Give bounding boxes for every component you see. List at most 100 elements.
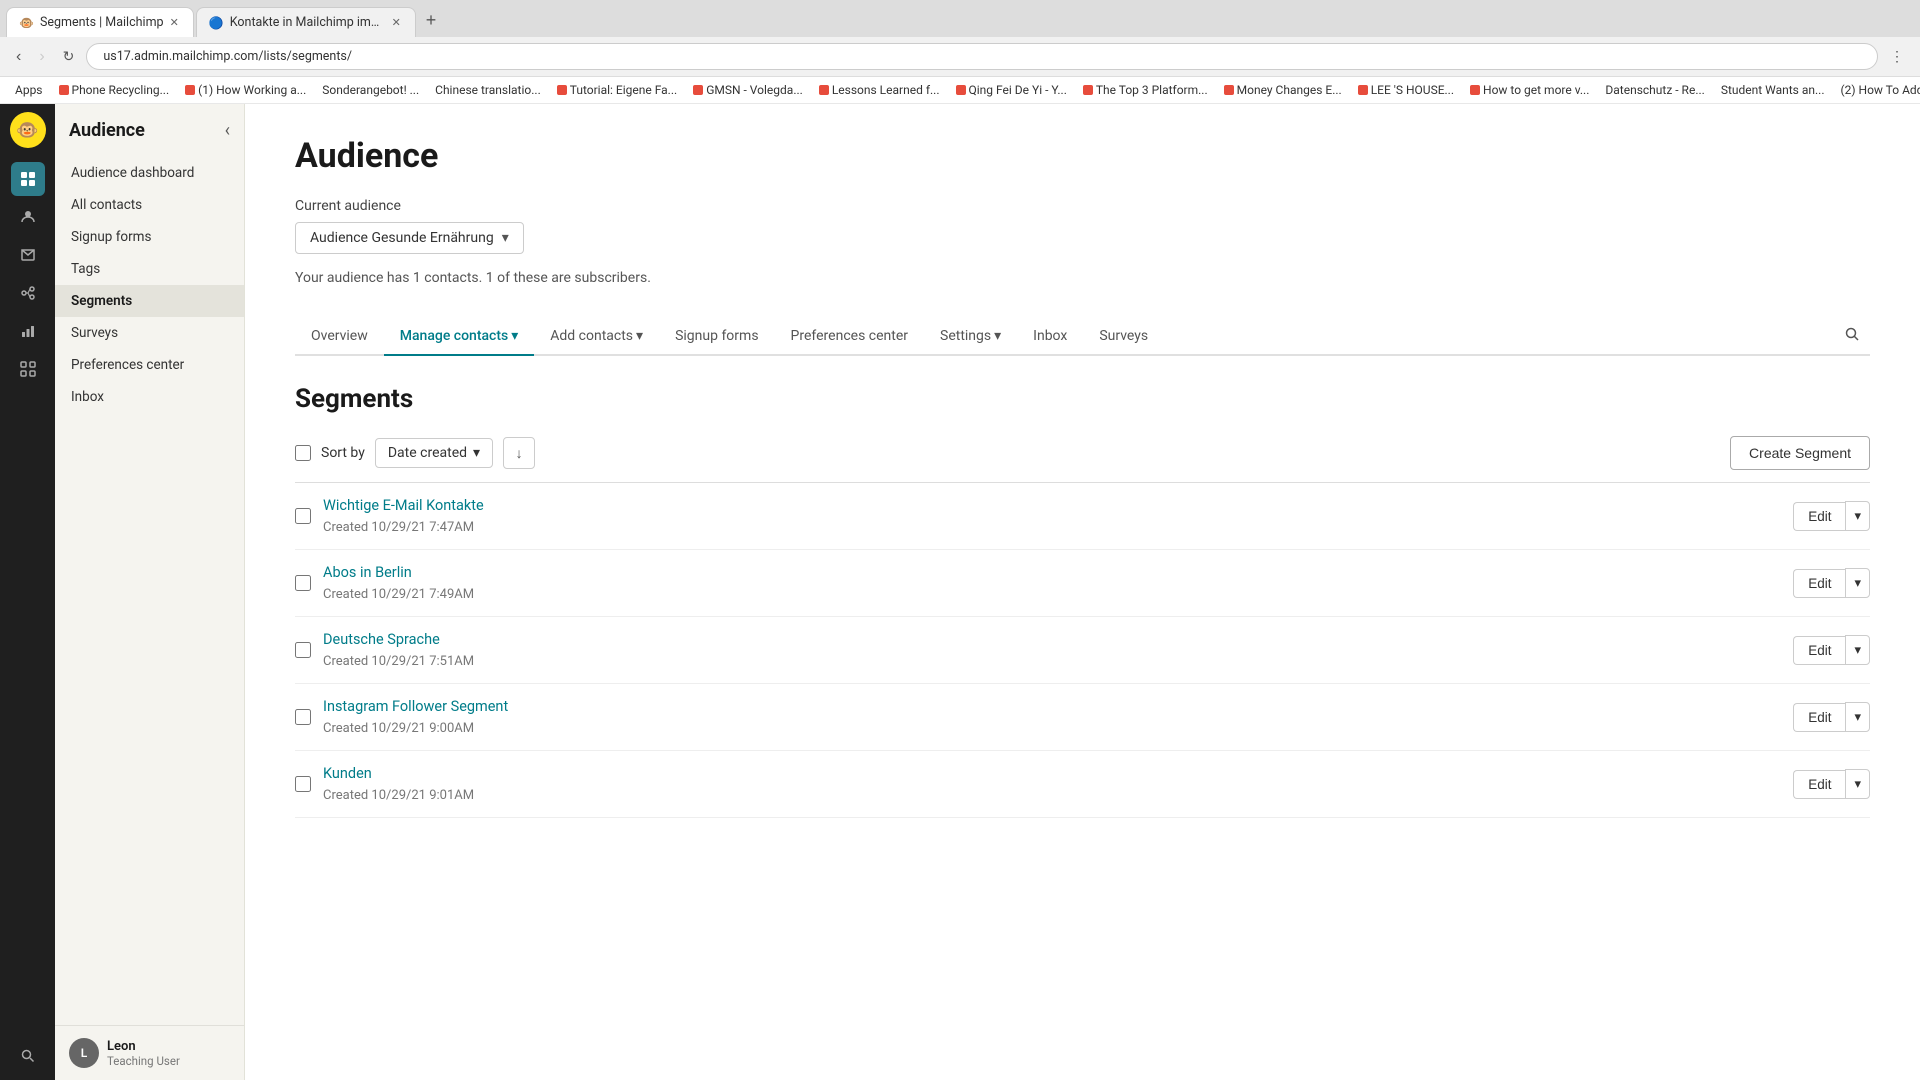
tab-close-icon[interactable]: ✕ [170,16,179,29]
bookmark-5[interactable]: Tutorial: Eigene Fa... [550,81,684,99]
edit-button-1[interactable]: Edit [1793,502,1845,531]
segment-actions-5: Edit ▾ [1793,769,1870,799]
segment-actions-1: Edit ▾ [1793,501,1870,531]
sidebar-item-preferences-center[interactable]: Preferences center [55,349,244,381]
table-row: Deutsche Sprache Created 10/29/21 7:51AM… [295,617,1870,684]
segment-name-5[interactable]: Kunden [323,765,1781,782]
search-icon[interactable] [1834,318,1870,354]
bookmark-11[interactable]: LEE 'S HOUSE... [1351,81,1461,99]
mailchimp-logo[interactable]: 🐵 [10,112,46,148]
segment-name-3[interactable]: Deutsche Sprache [323,631,1781,648]
tab-favicon: 🐵 [19,16,34,30]
table-row: Kunden Created 10/29/21 9:01AM Edit ▾ [295,751,1870,818]
edit-dropdown-button-4[interactable]: ▾ [1845,702,1870,732]
rail-icon-analytics[interactable] [11,314,45,348]
segment-created-4: Created 10/29/21 9:00AM [323,721,474,736]
segment-checkbox-3[interactable] [295,642,311,658]
segment-checkbox-2[interactable] [295,575,311,591]
bookmark-8[interactable]: Qing Fei De Yi - Y... [949,81,1074,99]
sidebar-item-segments[interactable]: Segments [55,285,244,317]
bookmark-13[interactable]: Datenschutz - Re... [1598,81,1711,99]
segment-created-2: Created 10/29/21 7:49AM [323,587,474,602]
edit-dropdown-button-2[interactable]: ▾ [1845,568,1870,598]
tab-inbox[interactable]: Inbox [1017,318,1083,356]
segments-toolbar: Sort by Date created ▾ ↓ Create Segment [295,436,1870,482]
bookmark-apps[interactable]: Apps [8,81,50,99]
rail-icon-dashboard[interactable] [11,162,45,196]
tab-overview[interactable]: Overview [295,318,384,356]
tab-preferences-center[interactable]: Preferences center [775,318,924,356]
sidebar-item-tags[interactable]: Tags [55,253,244,285]
segment-created-1: Created 10/29/21 7:47AM [323,520,474,535]
address-bar[interactable]: us17.admin.mailchimp.com/lists/segments/ [86,43,1878,70]
bookmark-3[interactable]: Sonderangebot! ... [315,81,426,99]
bookmark-1[interactable]: Phone Recycling... [52,81,177,99]
tab-label-2: Kontakte in Mailchimp impor... [230,15,386,30]
bookmark-15[interactable]: (2) How To Add A... [1834,81,1920,99]
sidebar-item-signup-forms[interactable]: Signup forms [55,221,244,253]
sidebar-item-audience-dashboard[interactable]: Audience dashboard [55,157,244,189]
tab-close-icon-2[interactable]: ✕ [392,16,401,29]
bookmark-2[interactable]: (1) How Working a... [178,81,313,99]
tab-add-contacts[interactable]: Add contacts ▾ [534,318,659,356]
nav-tabs: Overview Manage contacts ▾ Add contacts … [295,318,1870,356]
bookmark-9[interactable]: The Top 3 Platform... [1076,81,1215,99]
segment-info-1: Wichtige E-Mail Kontakte Created 10/29/2… [323,497,1781,535]
edit-button-5[interactable]: Edit [1793,770,1845,799]
chevron-down-icon-settings: ▾ [994,328,1001,344]
rail-icon-automation[interactable] [11,276,45,310]
segment-name-4[interactable]: Instagram Follower Segment [323,698,1781,715]
bookmark-7[interactable]: Lessons Learned f... [812,81,947,99]
sidebar-collapse-button[interactable]: ‹ [225,122,230,140]
edit-dropdown-button-3[interactable]: ▾ [1845,635,1870,665]
sort-direction-button[interactable]: ↓ [503,437,535,469]
back-button[interactable]: ‹ [10,45,27,69]
edit-dropdown-button-1[interactable]: ▾ [1845,501,1870,531]
edit-button-4[interactable]: Edit [1793,703,1845,732]
extensions-button[interactable]: ⋮ [1884,45,1910,68]
bookmark-4[interactable]: Chinese translatio... [428,81,548,99]
bookmark-6[interactable]: GMSN - Volegda... [686,81,810,99]
tab-manage-contacts[interactable]: Manage contacts ▾ [384,318,535,356]
page-heading: Audience [295,136,1870,176]
rail-icon-contacts[interactable] [11,200,45,234]
bookmark-12[interactable]: How to get more v... [1463,81,1596,99]
edit-button-2[interactable]: Edit [1793,569,1845,598]
segment-info-4: Instagram Follower Segment Created 10/29… [323,698,1781,736]
edit-dropdown-button-5[interactable]: ▾ [1845,769,1870,799]
tab-surveys[interactable]: Surveys [1083,318,1164,356]
audience-selector[interactable]: Audience Gesunde Ernährung ▾ [295,222,524,254]
forward-button[interactable]: › [33,45,50,69]
user-name: Leon [107,1039,180,1054]
table-row: Instagram Follower Segment Created 10/29… [295,684,1870,751]
tab-signup-forms[interactable]: Signup forms [659,318,774,356]
segment-actions-4: Edit ▾ [1793,702,1870,732]
sidebar-item-surveys[interactable]: Surveys [55,317,244,349]
new-tab-button[interactable]: + [418,6,445,35]
segment-name-2[interactable]: Abos in Berlin [323,564,1781,581]
sidebar-item-all-contacts[interactable]: All contacts [55,189,244,221]
edit-button-3[interactable]: Edit [1793,636,1845,665]
sidebar-item-inbox[interactable]: Inbox [55,381,244,413]
rail-icon-campaigns[interactable] [11,238,45,272]
tab-segments[interactable]: 🐵 Segments | Mailchimp ✕ [6,7,194,37]
chevron-down-icon: ▾ [502,230,509,246]
create-segment-button[interactable]: Create Segment [1730,436,1870,470]
segment-checkbox-4[interactable] [295,709,311,725]
bookmark-14[interactable]: Student Wants an... [1714,81,1832,99]
refresh-button[interactable]: ↻ [57,45,81,68]
segment-name-1[interactable]: Wichtige E-Mail Kontakte [323,497,1781,514]
rail-icon-search[interactable] [11,1038,45,1072]
tab-settings[interactable]: Settings ▾ [924,318,1017,356]
sidebar-header: Audience ‹ [55,104,244,153]
sort-select[interactable]: Date created ▾ [375,438,493,468]
sidebar-nav: Audience dashboard All contacts Signup f… [55,153,244,1025]
tab-import[interactable]: 🔵 Kontakte in Mailchimp impor... ✕ [196,7,416,37]
bookmark-10[interactable]: Money Changes E... [1217,81,1349,99]
segment-checkbox-5[interactable] [295,776,311,792]
sidebar-footer: L Leon Teaching User [55,1025,244,1080]
select-all-checkbox[interactable] [295,445,311,461]
segment-checkbox-1[interactable] [295,508,311,524]
rail-icon-integrations[interactable] [11,352,45,386]
sidebar: Audience ‹ Audience dashboard All contac… [55,104,245,1080]
